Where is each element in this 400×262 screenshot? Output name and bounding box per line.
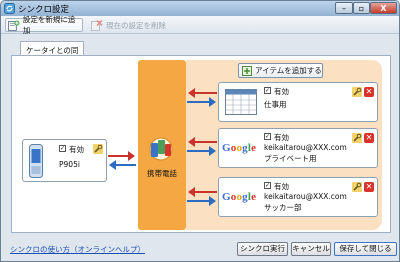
- target1-remove-icon[interactable]: ✕: [364, 87, 374, 97]
- run-sync-button[interactable]: シンクロ実行: [237, 242, 288, 256]
- target-card-2: Google ✓ 有効 keikaitarou@XXX.com プライベート用 …: [218, 128, 378, 168]
- target1-sync-arrows: [187, 88, 217, 107]
- target2-enabled-checkbox[interactable]: ✓: [264, 133, 271, 140]
- add-items-label: アイテムを追加する: [255, 66, 322, 75]
- add-config-button[interactable]: 設定を新規に追加: [5, 15, 83, 35]
- target1-wrench-icon[interactable]: [352, 87, 362, 97]
- device-enabled-checkbox[interactable]: ✓: [59, 145, 66, 152]
- target3-wrench-icon[interactable]: [352, 182, 362, 192]
- sync-app-icon: [4, 3, 15, 14]
- help-link[interactable]: シンクロの使い方（オンラインヘルプ）: [10, 244, 145, 255]
- phone-hub-icon: [149, 137, 173, 161]
- target1-enabled-label: 有効: [274, 87, 289, 96]
- device-enabled-label: 有効: [69, 145, 84, 154]
- delete-config-button[interactable]: 現在の設定を削除: [89, 18, 171, 32]
- target3-sync-arrows: [187, 187, 217, 206]
- target-card-3: Google ✓ 有効 keikaitarou@XXX.com サッカー部 ✕: [218, 177, 378, 217]
- add-config-icon: [8, 19, 20, 31]
- sync-panel: アイテムを追加する ✓ 有効 P905i 携帯電話 ✓ 有効 仕事用 ✕ Goo…: [11, 55, 391, 233]
- google-logo-3: Google: [222, 191, 257, 203]
- calendar-icon: [225, 89, 257, 115]
- add-items-button[interactable]: アイテムを追加する: [238, 63, 323, 78]
- cancel-button[interactable]: キャンセル: [291, 242, 331, 256]
- delete-config-label: 現在の設定を削除: [106, 20, 166, 30]
- phone-icon: [29, 144, 43, 178]
- target3-line1: keikaitarou@XXX.com: [264, 192, 347, 201]
- delete-config-icon: [91, 19, 103, 31]
- add-config-label: 設定を新規に追加: [22, 15, 76, 35]
- tab-phone-sync[interactable]: ケータイとの同期: [20, 41, 84, 66]
- add-item-icon: [242, 65, 252, 76]
- toolbar: 設定を新規に追加 現在の設定を削除: [1, 15, 399, 35]
- google-logo-2: Google: [222, 142, 257, 154]
- minimize-button[interactable]: –: [335, 2, 353, 14]
- target2-remove-icon[interactable]: ✕: [364, 133, 374, 143]
- target1-line1: 仕事用: [264, 100, 287, 109]
- sync-settings-window: シンクロ設定 – ▫ X 設定を新規に追加 現在の設定を削除 ケータイとの同 ア…: [0, 0, 400, 262]
- target2-line1: keikaitarou@XXX.com: [264, 143, 347, 152]
- target2-line2: プライベート用: [264, 154, 317, 163]
- target2-sync-arrows: [187, 137, 217, 156]
- device-wrench-icon[interactable]: [93, 144, 103, 154]
- device-sync-arrows: [108, 151, 136, 170]
- target3-enabled-label: 有効: [274, 182, 289, 191]
- close-window-button[interactable]: X: [370, 2, 397, 14]
- target3-line2: サッカー部: [264, 203, 302, 212]
- target3-enabled-checkbox[interactable]: ✓: [264, 182, 271, 189]
- maximize-button[interactable]: ▫: [353, 2, 370, 14]
- target-card-1: ✓ 有効 仕事用 ✕: [218, 82, 378, 122]
- target2-enabled-label: 有効: [274, 133, 289, 142]
- hub-label: 携帯電話: [147, 169, 177, 178]
- device-card: ✓ 有効 P905i: [22, 139, 107, 182]
- save-close-button[interactable]: 保存して閉じる: [334, 242, 397, 256]
- device-model: P905i: [59, 160, 80, 169]
- target1-enabled-checkbox[interactable]: ✓: [264, 87, 271, 94]
- target2-wrench-icon[interactable]: [352, 133, 362, 143]
- target3-remove-icon[interactable]: ✕: [364, 182, 374, 192]
